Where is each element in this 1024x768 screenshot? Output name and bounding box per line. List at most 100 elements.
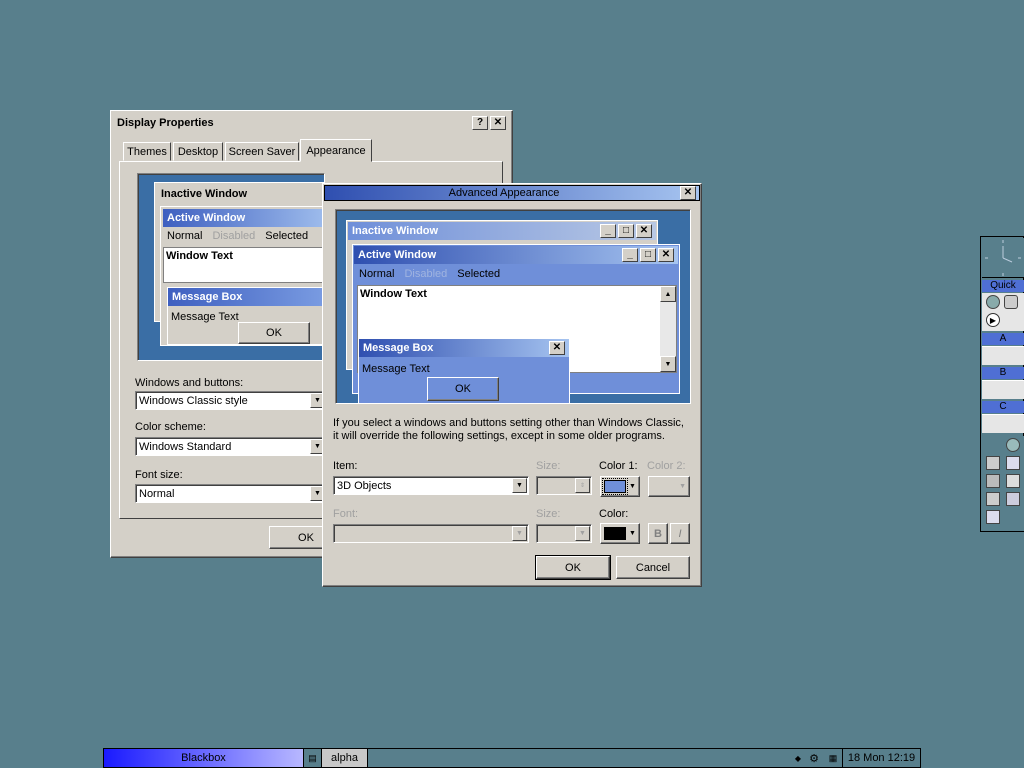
dock: Quick ▶ A B C	[980, 236, 1024, 532]
preview-active-window: Active Window Normal Disabled Selected W…	[160, 206, 324, 346]
cancel-label: Cancel	[635, 561, 671, 574]
adv-preview-normal: Normal	[359, 268, 395, 280]
adv-preview-ok-button[interactable]: OK	[427, 377, 499, 401]
tab-themes-label: Themes	[127, 145, 167, 158]
clock-widget	[982, 238, 1024, 278]
printer-icon[interactable]	[1006, 474, 1020, 488]
advanced-appearance-window: Advanced Appearance ✕ Inactive Window _ …	[322, 183, 702, 587]
network-icon[interactable]	[986, 456, 1000, 470]
appearance-preview: Inactive Window Active Window Normal Dis…	[137, 173, 325, 361]
task-alpha-label: alpha	[331, 752, 358, 764]
adv-preview-menu: Normal Disabled Selected	[359, 268, 500, 280]
tray-network-icon[interactable]: ▦	[824, 753, 842, 764]
task-alpha[interactable]: alpha	[322, 749, 368, 767]
clock-icon	[985, 240, 1021, 276]
dock-b-box[interactable]	[982, 380, 1024, 399]
info-line-1: If you select a windows and buttons sett…	[333, 417, 684, 429]
font-select[interactable]: ▼	[333, 524, 529, 543]
tab-screen-saver[interactable]: Screen Saver	[225, 142, 299, 161]
spinner-icon[interactable]: ⇕	[575, 478, 590, 493]
color1-swatch	[602, 478, 628, 495]
taskbar-clock[interactable]: 18 Mon 12:19	[842, 749, 920, 767]
preview-ok-button[interactable]: OK	[238, 322, 310, 344]
dock-a-box[interactable]	[982, 346, 1024, 365]
scrollbar[interactable]: ▲ ▼	[660, 286, 676, 372]
chevron-down-icon[interactable]: ▼	[575, 526, 590, 541]
close-button[interactable]: ✕	[490, 116, 506, 130]
tray-dot-icon[interactable]: ◆	[792, 754, 804, 763]
tray-app-icon[interactable]: ⚙	[804, 752, 824, 765]
tab-desktop[interactable]: Desktop	[173, 142, 223, 161]
close-button[interactable]: ✕	[680, 186, 696, 200]
preview-active-caption: Active Window	[163, 209, 324, 227]
quick-launch: ▶	[982, 293, 1024, 331]
dock-b-header: B	[982, 367, 1024, 379]
dock-a-header: A	[982, 333, 1024, 345]
ie-icon[interactable]	[1006, 438, 1020, 452]
chevron-down-icon[interactable]: ▼	[512, 478, 527, 493]
adv-preview-disabled: Disabled	[404, 268, 448, 280]
preview-normal: Normal	[167, 230, 203, 242]
preview-window-text: Window Text	[166, 250, 233, 262]
tab-themes[interactable]: Themes	[123, 142, 171, 161]
color2-picker[interactable]: ▼	[648, 476, 690, 497]
adv-ok-button[interactable]: OK	[535, 555, 611, 580]
item-select[interactable]: 3D Objects ▼	[333, 476, 529, 495]
color1-label: Color 1:	[599, 460, 638, 472]
adv-preview-message-box: Message Box ✕ Message Text OK	[358, 338, 570, 403]
display-icon[interactable]	[1006, 456, 1020, 470]
advanced-preview: Inactive Window _ □ ✕ Active Window _ □ …	[335, 209, 691, 404]
color1-picker[interactable]: ▼	[600, 476, 640, 497]
size-label: Size:	[536, 460, 561, 472]
color-scheme-label: Color scheme:	[135, 421, 206, 433]
windows-buttons-select[interactable]: Windows Classic style ▼	[135, 391, 327, 410]
adv-preview-message-caption: Message Box ✕	[359, 339, 569, 357]
preview-active-title: Active Window	[167, 212, 246, 224]
font-size-select-adv[interactable]: ▼	[536, 524, 592, 543]
play-icon[interactable]: ▶	[986, 313, 1000, 327]
tab-appearance[interactable]: Appearance	[300, 139, 372, 162]
font-size-label-adv: Size:	[536, 508, 561, 520]
wifi-icon[interactable]	[1006, 492, 1020, 506]
window-list-icon[interactable]: ▤	[304, 749, 322, 767]
bold-button[interactable]: B	[648, 523, 668, 544]
advanced-appearance-titlebar[interactable]: Advanced Appearance ✕	[324, 185, 700, 201]
adv-preview-inactive-title: Inactive Window	[352, 225, 439, 237]
browser-icon[interactable]	[986, 295, 1000, 309]
adv-preview-message-title: Message Box	[363, 342, 434, 354]
help-button[interactable]: ?	[472, 116, 488, 130]
size-spinner[interactable]: ⇕	[536, 476, 592, 495]
taskbar: Blackbox ▤ alpha ◆ ⚙ ▦ 18 Mon 12:19	[103, 748, 921, 768]
close-icon: ✕	[636, 224, 652, 238]
computer-icon[interactable]	[986, 492, 1000, 506]
preview-inactive-title: Inactive Window	[161, 188, 248, 200]
tab-appearance-label: Appearance	[306, 144, 366, 157]
color-scheme-value: Windows Standard	[139, 440, 232, 453]
color-scheme-select[interactable]: Windows Standard ▼	[135, 437, 327, 456]
minimize-icon: _	[622, 248, 638, 262]
workspace-name: Blackbox	[181, 752, 226, 764]
scroll-up-icon[interactable]: ▲	[660, 286, 676, 302]
item-label: Item:	[333, 460, 358, 472]
chevron-down-icon[interactable]: ▼	[512, 526, 527, 541]
font-color-picker[interactable]: ▼	[600, 523, 640, 544]
advanced-appearance-title: Advanced Appearance	[448, 187, 560, 199]
preview-inactive-caption: Inactive Window	[157, 185, 324, 203]
font-size-select[interactable]: Normal ▼	[135, 484, 327, 503]
dock-c-box[interactable]	[982, 414, 1024, 433]
adv-preview-message-text: Message Text	[362, 363, 430, 375]
preview-ok-label: OK	[266, 327, 282, 339]
cancel-button[interactable]: Cancel	[616, 556, 690, 579]
adv-preview-active-window: Active Window _ □ ✕ Normal Disabled Sele…	[352, 244, 680, 403]
scroll-down-icon[interactable]: ▼	[660, 356, 676, 372]
display-properties-titlebar[interactable]: Display Properties ? ✕	[114, 114, 509, 132]
tab-desktop-label: Desktop	[177, 145, 219, 158]
refresh-icon[interactable]	[1004, 295, 1018, 309]
color2-label: Color 2:	[647, 460, 686, 472]
drive-icon[interactable]	[986, 474, 1000, 488]
adv-preview-window-text: Window Text	[360, 288, 427, 300]
workspace-label[interactable]: Blackbox	[104, 749, 304, 767]
ok-label: OK	[298, 531, 314, 544]
recycle-bin-icon[interactable]	[986, 510, 1000, 524]
italic-button[interactable]: I	[670, 523, 690, 544]
